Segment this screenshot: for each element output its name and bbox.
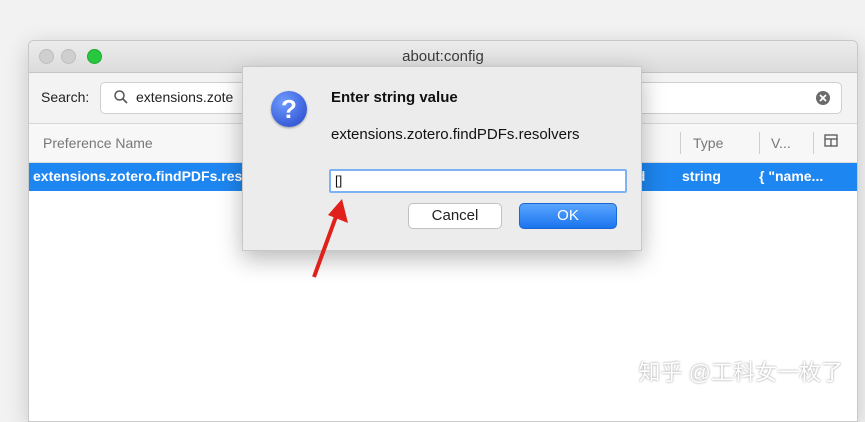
row-type: string	[682, 168, 721, 184]
column-preference-name[interactable]: Preference Name	[43, 135, 153, 151]
search-icon	[114, 90, 128, 104]
cancel-button[interactable]: Cancel	[408, 203, 502, 229]
question-icon: ?	[271, 91, 307, 127]
clear-search-icon[interactable]	[815, 90, 831, 106]
row-preference-name: extensions.zotero.findPDFs.resolvers	[33, 168, 243, 184]
column-type[interactable]: Type	[693, 135, 723, 151]
column-divider[interactable]	[680, 132, 681, 154]
column-divider[interactable]	[813, 132, 814, 154]
string-value-input[interactable]: []	[329, 169, 627, 193]
search-value: extensions.zote	[136, 89, 234, 105]
column-value[interactable]: V...	[771, 135, 791, 151]
red-annotation-arrow-icon	[312, 199, 348, 278]
dialog-message: extensions.zotero.findPDFs.resolvers	[331, 126, 580, 143]
row-value: { "name...	[759, 168, 824, 184]
column-divider[interactable]	[759, 132, 760, 154]
window-title: about:config	[402, 48, 484, 65]
watermark: 知乎 @工科女一枚了	[638, 360, 843, 385]
dialog-title: Enter string value	[331, 89, 458, 106]
ok-button[interactable]: OK	[519, 203, 617, 229]
search-label: Search:	[41, 89, 90, 105]
column-picker-icon[interactable]	[823, 133, 839, 149]
